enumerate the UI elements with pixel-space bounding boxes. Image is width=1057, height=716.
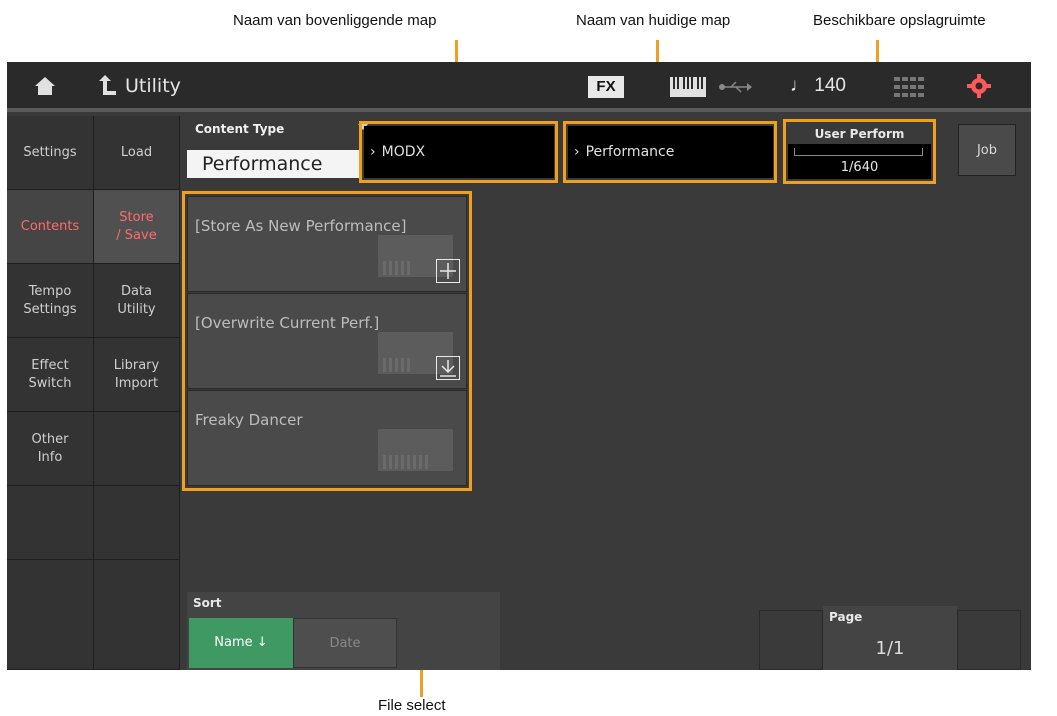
gear-icon[interactable] [967, 74, 991, 103]
menu-contents[interactable]: Contents [7, 190, 93, 264]
file-name: Freaky Dancer [195, 411, 303, 429]
grid-icon[interactable] [894, 77, 924, 102]
page-prev-button[interactable] [759, 610, 823, 670]
plus-icon[interactable] [436, 259, 460, 283]
sort-panel: Sort Name ↓ Date [187, 592, 500, 670]
download-icon[interactable] [436, 356, 460, 380]
file-item[interactable]: [Overwrite Current Perf.] [187, 293, 467, 389]
file-item[interactable]: Freaky Dancer [187, 390, 467, 486]
tempo-display[interactable]: ♩ 140 [790, 75, 846, 97]
current-folder-box[interactable]: › Performance [568, 126, 773, 178]
menu-settings[interactable]: Settings [7, 116, 93, 190]
content-type-select[interactable]: Performance [187, 150, 359, 178]
home-icon[interactable] [34, 76, 56, 101]
content-type-label: Content Type [195, 122, 285, 136]
page-next-button[interactable] [957, 610, 1021, 670]
storage-label: User Perform [788, 124, 931, 144]
parent-folder-name: MODX [381, 144, 426, 160]
back-arrow-icon[interactable] [97, 75, 117, 102]
submenu-empty-slot [94, 412, 179, 486]
sort-date-button[interactable]: Date [293, 618, 397, 668]
menu-empty-slot [7, 560, 93, 670]
callout-current-folder: Naam van huidige map [576, 12, 731, 29]
fx-badge: FX [588, 76, 624, 98]
menu-other-info[interactable]: Other Info [7, 412, 93, 486]
submenu-data-utility[interactable]: Data Utility [94, 264, 179, 338]
page-title: Utility [125, 75, 181, 97]
submenu-store-save[interactable]: Store / Save [94, 190, 179, 264]
chevron-right-icon: › [574, 144, 580, 160]
callout-storage: Beschikbare opslagruimte [813, 12, 986, 29]
submenu-empty-slot [94, 486, 179, 560]
page-label: Page [829, 610, 863, 624]
submenu-library-import[interactable]: Library Import [94, 338, 179, 412]
callout-parent-folder: Naam van bovenliggende map [233, 12, 437, 29]
menu-effect-switch[interactable]: Effect Switch [7, 338, 93, 412]
storage-indicator: User Perform 1/640 [788, 124, 931, 179]
submenu-load[interactable]: Load [94, 116, 179, 190]
file-item[interactable]: [Store As New Performance] [187, 196, 467, 292]
device-screen: Utility FX ♩ 140 Settings Contents Tempo… [7, 62, 1031, 670]
file-name: [Store As New Performance] [195, 217, 407, 235]
job-button[interactable]: Job [958, 124, 1016, 176]
storage-value: 1/640 [840, 160, 879, 175]
keyboard-icon [670, 77, 706, 102]
current-folder-name: Performance [585, 144, 675, 160]
sort-label: Sort [193, 596, 222, 610]
menu-tempo-settings[interactable]: Tempo Settings [7, 264, 93, 338]
callout-file-select: File select [378, 697, 446, 714]
parent-folder-box[interactable]: › MODX [364, 126, 554, 178]
storage-bar [794, 148, 923, 156]
chevron-right-icon: › [370, 144, 376, 160]
page-value: 1/1 [875, 638, 905, 659]
file-name: [Overwrite Current Perf.] [195, 314, 380, 332]
menu-column-main: Settings Contents Tempo Settings Effect … [7, 116, 94, 670]
submenu-empty-slot [94, 560, 179, 670]
keyboard-thumbnail-icon [378, 429, 453, 471]
usb-icon [719, 80, 753, 99]
menu-column-sub: Load Store / Save Data Utility Library I… [94, 116, 180, 670]
top-bar: Utility FX ♩ 140 [7, 62, 1031, 112]
page-indicator: Page 1/1 [823, 606, 957, 670]
menu-empty-slot [7, 486, 93, 560]
sort-name-button[interactable]: Name ↓ [189, 618, 293, 668]
